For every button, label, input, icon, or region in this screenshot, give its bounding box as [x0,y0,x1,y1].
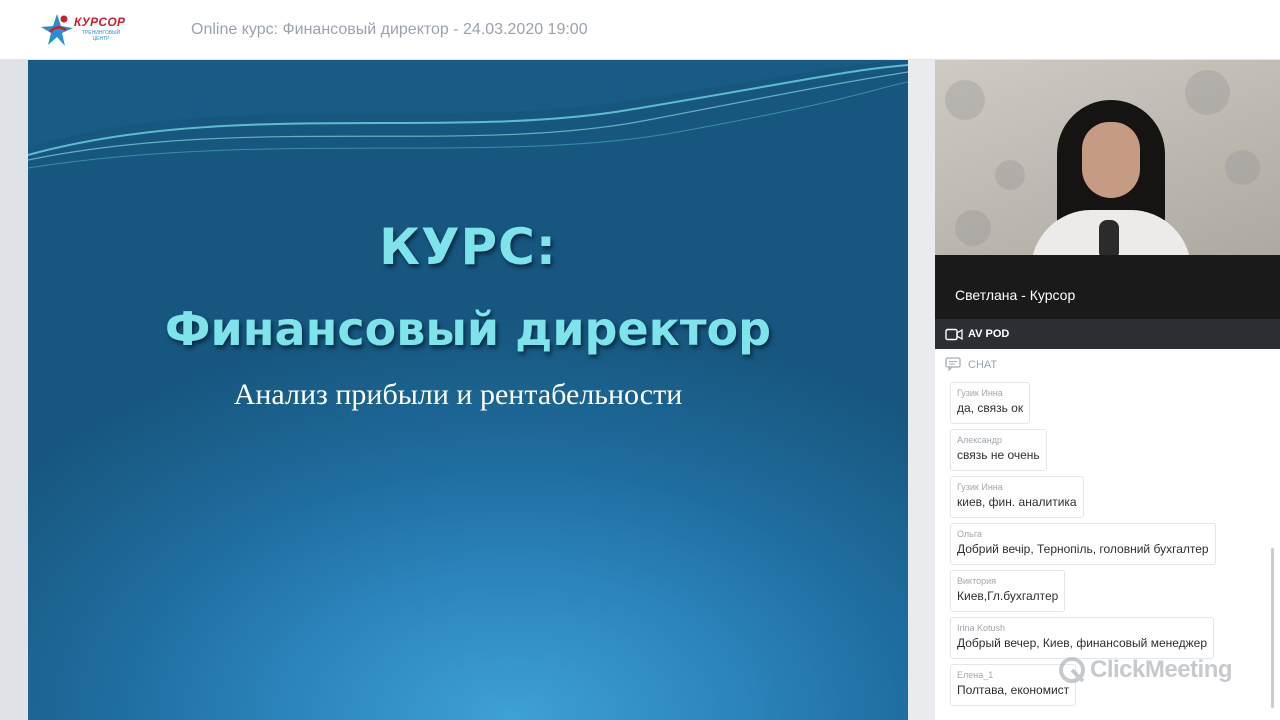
right-panel: Светлана - Курсор AV POD CHAT Гузик Инна… [935,60,1280,720]
chat-message: Ольга Добрий вечір, Тернопіль, головний … [950,523,1216,565]
video-camera-icon [945,328,963,341]
left-gutter [0,60,28,720]
wallpaper-flower [1225,150,1260,185]
chat-header[interactable]: CHAT [935,349,1280,379]
chat-message-text: Киев,Гл.бухгалтер [957,589,1059,603]
chat-message-text: Добрий вечір, Тернопіль, головний бухгал… [957,542,1209,556]
wallpaper-flower [955,210,991,246]
microphone [1099,220,1119,260]
slide-title-line-2: Финансовый директор [164,302,772,356]
presenter-name: Светлана - Курсор [955,287,1076,303]
chat-icon [945,357,961,371]
kursor-logo: КУРСОР тренинговый центр [40,12,150,50]
clickmeeting-logo-icon [1059,657,1085,683]
watermark-text: ClickMeeting [1090,656,1233,683]
chat-message-text: киев, фин. аналитика [957,495,1077,509]
chat-scrollbar[interactable] [1271,548,1274,708]
chat-message-author: Irina Kotush [957,623,1006,633]
wallpaper-flower [945,80,985,120]
logo-wordmark: КУРСОР [74,15,126,29]
chat-message-author: Виктория [957,576,997,586]
slide-wave-decoration [28,60,908,169]
chat-message: Гузик Инна да, связь ок [950,382,1031,424]
presenter-face [1082,122,1140,198]
event-title: Online курс: Финансовый директор - 24.03… [191,21,588,38]
chat-message-author: Гузик Инна [957,482,1003,492]
chat-message: Irina Kotush Добрый вечер, Киев, финансо… [950,617,1215,659]
presenter-video[interactable]: Светлана - Курсор [935,60,1280,319]
chat-message-text: связь не очень [957,448,1040,462]
chat-label: CHAT [968,359,998,371]
wallpaper-flower [1185,70,1230,115]
slide-subtitle: Анализ прибыли и рентабельности [233,378,683,411]
wallpaper-flower [995,160,1025,190]
logo-star-icon [41,14,73,46]
chat-message-author: Александр [957,435,1003,445]
presentation-slide: КУРС: Финансовый директор Анализ прибыли… [28,60,908,720]
top-header: КУРСОР тренинговый центр Online курс: Фи… [0,0,1280,60]
chat-message: Гузик Инна киев, фин. аналитика [950,476,1084,518]
av-pod-label: AV POD [968,328,1010,340]
chat-message-author: Елена_1 [957,670,994,680]
chat-message-text: да, связь ок [957,401,1024,415]
chat-message-author: Гузик Инна [957,388,1003,398]
logo-subtitle: тренинговый центр [81,30,121,42]
chat-message-author: Ольга [957,529,982,539]
chat-message: Виктория Киев,Гл.бухгалтер [950,570,1066,612]
av-pod-bar[interactable]: AV POD [935,319,1280,349]
chat-message-text: Полтава, економист [957,683,1070,697]
slide-title-line-1: КУРС: [379,218,557,276]
clickmeeting-watermark: ClickMeeting [1058,655,1233,685]
chat-message: Александр связь не очень [950,429,1047,471]
chat-message-text: Добрый вечер, Киев, финансовый менеджер [957,636,1208,650]
